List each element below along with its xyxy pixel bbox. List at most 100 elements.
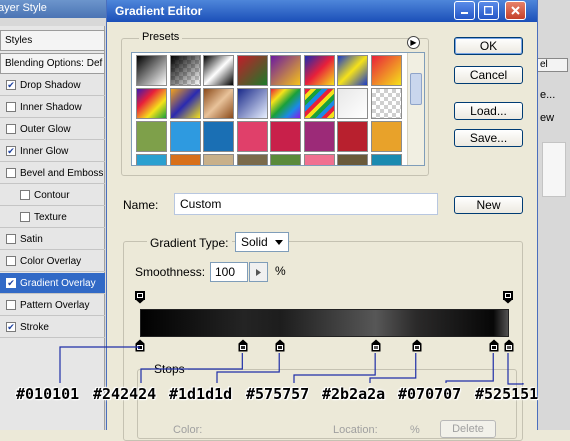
bg-button-1[interactable]: el [538, 58, 568, 72]
gradient-editor-titlebar: Gradient Editor [107, 0, 537, 22]
gradient-preview-bar[interactable] [140, 309, 509, 337]
stop-color-label: #1d1d1d [169, 385, 233, 403]
preset-swatch[interactable] [270, 55, 301, 86]
preset-swatch[interactable] [370, 121, 402, 152]
checkbox[interactable] [6, 124, 16, 134]
color-stop[interactable] [504, 339, 514, 352]
opacity-stop-right[interactable] [503, 291, 513, 304]
delete-button[interactable]: Delete [440, 420, 496, 438]
preset-swatch[interactable] [236, 154, 268, 165]
gradient-type-value: Solid [241, 235, 268, 249]
preset-swatch[interactable] [203, 154, 234, 165]
style-item-satin[interactable]: Satin [0, 229, 105, 250]
preset-swatch[interactable] [370, 55, 402, 86]
style-item-texture[interactable]: Texture [0, 207, 105, 228]
checkbox[interactable]: ✔ [6, 278, 16, 288]
checkbox[interactable] [6, 168, 16, 178]
checkbox[interactable]: ✔ [6, 146, 16, 156]
maximize-button[interactable] [478, 1, 499, 20]
preset-swatch[interactable] [270, 88, 301, 119]
preset-swatch[interactable] [236, 88, 268, 119]
style-item-pattern-overlay[interactable]: Pattern Overlay [0, 295, 105, 316]
color-stop[interactable] [238, 339, 248, 352]
preset-swatch[interactable] [270, 154, 301, 165]
preset-swatch[interactable] [270, 121, 301, 152]
styles-header[interactable]: Styles [0, 30, 105, 51]
checkbox[interactable] [6, 300, 16, 310]
opacity-stop-left[interactable] [135, 291, 145, 304]
color-stop[interactable] [371, 339, 381, 352]
gradient-type-select[interactable]: Solid [235, 232, 289, 252]
checkbox[interactable]: ✔ [6, 322, 16, 332]
preset-swatch[interactable] [169, 55, 201, 86]
preset-swatch[interactable] [337, 121, 368, 152]
load-button[interactable]: Load... [454, 102, 523, 120]
bg-preview-panel [542, 142, 566, 197]
name-field[interactable]: Custom [174, 193, 438, 215]
preset-swatch[interactable] [370, 154, 402, 165]
close-button[interactable] [505, 1, 526, 20]
preset-swatch[interactable] [303, 121, 335, 152]
preset-swatch[interactable] [303, 154, 335, 165]
new-button[interactable]: New [454, 196, 523, 214]
style-item-color-overlay[interactable]: Color Overlay [0, 251, 105, 272]
presets-swatch-list [131, 52, 425, 166]
checkbox[interactable] [20, 190, 30, 200]
cancel-button[interactable]: Cancel [454, 66, 523, 84]
preset-swatch[interactable] [136, 88, 167, 119]
blending-options-item[interactable]: Blending Options: Def [0, 53, 105, 74]
layer-style-title: ayer Style [0, 2, 47, 14]
style-item-outer-glow[interactable]: Outer Glow [0, 119, 105, 140]
preset-swatch[interactable] [203, 88, 234, 119]
preset-swatch[interactable] [303, 88, 335, 119]
presets-menu-button[interactable]: ▶ [407, 36, 420, 49]
preset-swatch[interactable] [236, 55, 268, 86]
background-window-right: el e... ew [538, 0, 570, 430]
preset-swatch[interactable] [337, 88, 368, 119]
color-stop[interactable] [135, 339, 145, 352]
preset-swatch[interactable] [169, 88, 201, 119]
presets-scrollbar[interactable] [407, 53, 424, 165]
ok-button[interactable]: OK [454, 37, 523, 55]
stop-color-label: #2b2a2a [322, 385, 386, 403]
checkbox[interactable] [6, 234, 16, 244]
save-button[interactable]: Save... [454, 129, 523, 147]
style-item-label: Gradient Overlay [20, 277, 96, 289]
layer-style-list: Styles Blending Options: Def ✔ Drop Shado… [0, 26, 105, 430]
minimize-button[interactable] [454, 1, 475, 20]
preset-swatch[interactable] [236, 121, 268, 152]
style-item-stroke[interactable]: ✔ Stroke [0, 317, 105, 338]
preset-swatch[interactable] [169, 154, 201, 165]
color-stop[interactable] [275, 339, 285, 352]
preset-swatch[interactable] [136, 121, 167, 152]
location-label: Location: [333, 424, 378, 436]
stops-label: Stops [151, 362, 188, 376]
style-item-contour[interactable]: Contour [0, 185, 105, 206]
preset-swatch[interactable] [337, 55, 368, 86]
preset-swatch[interactable] [203, 121, 234, 152]
preset-swatch[interactable] [169, 121, 201, 152]
style-item-inner-glow[interactable]: ✔ Inner Glow [0, 141, 105, 162]
style-item-drop-shadow[interactable]: ✔ Drop Shadow [0, 75, 105, 96]
style-item-gradient-overlay[interactable]: ✔ Gradient Overlay [0, 273, 105, 294]
style-item-label: Inner Shadow [20, 101, 82, 113]
color-stop[interactable] [412, 339, 422, 352]
checkbox[interactable] [6, 102, 16, 112]
preset-swatch[interactable] [136, 55, 167, 86]
style-item-inner-shadow[interactable]: Inner Shadow [0, 97, 105, 118]
preset-swatch[interactable] [337, 154, 368, 165]
color-stop[interactable] [489, 339, 499, 352]
style-item-bevel-and-emboss[interactable]: Bevel and Emboss [0, 163, 105, 184]
scrollbar-thumb[interactable] [410, 73, 422, 105]
checkbox[interactable] [20, 212, 30, 222]
preset-swatch[interactable] [136, 154, 167, 165]
checkbox[interactable] [6, 256, 16, 266]
play-arrow-icon: ▶ [410, 38, 417, 47]
preset-swatch[interactable] [203, 55, 234, 86]
preset-swatch[interactable] [370, 88, 402, 119]
styles-header-label: Styles [5, 35, 33, 46]
smoothness-input[interactable]: 100 [210, 262, 248, 282]
preset-swatch[interactable] [303, 55, 335, 86]
checkbox[interactable]: ✔ [6, 80, 16, 90]
smoothness-slider-button[interactable] [249, 262, 268, 282]
